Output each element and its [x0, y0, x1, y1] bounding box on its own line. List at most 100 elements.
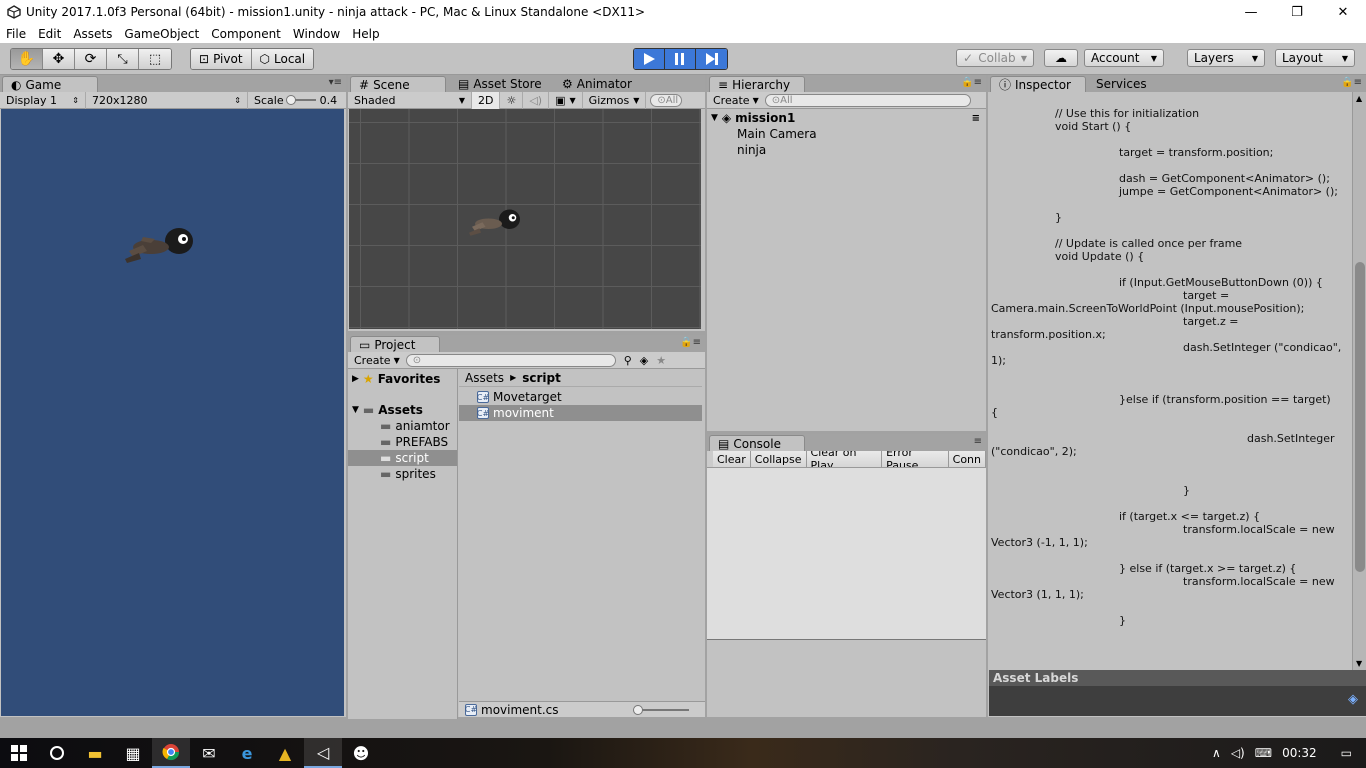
layout-dropdown[interactable]: Layout ▼: [1275, 49, 1355, 67]
pause-button[interactable]: [665, 49, 696, 69]
effects-dropdown[interactable]: ▣ ▼: [549, 91, 583, 109]
menu-file[interactable]: File: [0, 27, 32, 41]
icon-size-slider-knob[interactable]: [633, 704, 643, 715]
scene-search-input[interactable]: ⊙ All: [650, 93, 683, 107]
panel-menu-icon[interactable]: ▾≡: [329, 77, 342, 88]
console-clear-button[interactable]: Clear: [713, 451, 751, 467]
folder-aniamtor[interactable]: ▬ aniamtor: [348, 418, 457, 434]
folder-sprites[interactable]: ▬ sprites: [348, 466, 457, 482]
shading-dropdown[interactable]: Shaded ▼: [348, 91, 472, 109]
notifications-icon[interactable]: ▭: [1341, 746, 1352, 760]
tab-project[interactable]: ▭ Project: [350, 336, 440, 352]
scale-slider[interactable]: [285, 95, 316, 105]
hierarchy-create-dropdown[interactable]: Create ▼: [707, 92, 765, 109]
hand-tool-button[interactable]: ✋: [11, 49, 43, 69]
assets-row[interactable]: ▼ ▬ Assets: [348, 402, 457, 418]
menu-assets[interactable]: Assets: [67, 27, 118, 41]
filter-type-icon[interactable]: ⚲: [624, 354, 632, 367]
scene-viewport[interactable]: [349, 109, 701, 329]
edge-icon[interactable]: e: [228, 738, 266, 768]
console-log-area[interactable]: [707, 468, 986, 640]
volume-icon[interactable]: ◁): [1231, 746, 1245, 760]
store-icon[interactable]: ▦: [114, 738, 152, 768]
row-menu-icon[interactable]: ≡: [972, 113, 980, 124]
filter-label-icon[interactable]: ◈: [640, 354, 648, 367]
paint-icon[interactable]: ▲: [266, 738, 304, 768]
tab-asset-store[interactable]: ▤ Asset Store: [450, 76, 550, 92]
windows-start-icon[interactable]: [0, 738, 38, 768]
game-icon[interactable]: ☻: [342, 738, 380, 768]
cortana-icon[interactable]: [38, 738, 76, 768]
hierarchy-search-input[interactable]: ⊙ All: [764, 93, 971, 107]
folder-prefabs[interactable]: ▬ PREFABS: [348, 434, 457, 450]
local-button[interactable]: ⬡ Local: [251, 49, 314, 69]
console-error-pause-button[interactable]: Error Pause: [882, 451, 949, 467]
tab-services[interactable]: Services: [1088, 76, 1155, 92]
tab-game[interactable]: ◐ Game: [2, 76, 98, 92]
pivot-button[interactable]: ⊡ Pivot: [191, 49, 252, 69]
project-search-input[interactable]: ⊙: [405, 353, 616, 367]
panel-menu-icon[interactable]: 🔒≡: [680, 337, 701, 348]
step-button[interactable]: [696, 49, 727, 69]
breadcrumb-root[interactable]: Assets: [465, 371, 504, 385]
rotate-tool-button[interactable]: ⟳: [75, 49, 107, 69]
tab-animator[interactable]: ⚙ Animator: [554, 76, 640, 92]
tab-scene[interactable]: # Scene: [350, 76, 446, 92]
layers-dropdown[interactable]: Layers ▼: [1187, 49, 1265, 67]
favorites-row[interactable]: ▶ ★ Favorites: [348, 371, 457, 387]
collab-dropdown[interactable]: ✓ Collab ▼: [956, 49, 1034, 67]
chevron-up-icon[interactable]: ∧: [1212, 746, 1221, 760]
lighting-toggle[interactable]: ☼: [500, 91, 524, 109]
play-button[interactable]: [634, 49, 665, 69]
scroll-down-icon[interactable]: ▼: [1356, 659, 1362, 668]
tag-icon[interactable]: ◈: [1348, 692, 1358, 707]
scrollbar-thumb[interactable]: [1355, 262, 1365, 572]
display-dropdown[interactable]: Display 1 ⇕: [0, 91, 86, 109]
file-moviment[interactable]: C# moviment: [459, 405, 702, 421]
unity-icon[interactable]: ◁: [304, 738, 342, 768]
menu-window[interactable]: Window: [287, 27, 346, 41]
tab-hierarchy[interactable]: ≡ Hierarchy: [709, 76, 805, 92]
scale-tool-button[interactable]: ⤡: [107, 49, 139, 69]
resolution-dropdown[interactable]: 720x1280 ⇕: [86, 91, 248, 109]
tab-inspector[interactable]: ⓘ Inspector: [990, 76, 1086, 92]
file-explorer-icon[interactable]: ▬: [76, 738, 114, 768]
scroll-up-icon[interactable]: ▲: [1356, 94, 1362, 103]
scene-root-row[interactable]: ▼ ◈ mission1 ≡: [707, 110, 986, 126]
folder-script[interactable]: ▬ script: [348, 450, 457, 466]
breadcrumb-current[interactable]: script: [522, 371, 561, 385]
keyboard-icon[interactable]: ⌨: [1255, 746, 1272, 760]
mail-icon[interactable]: ✉: [190, 738, 228, 768]
hierarchy-item-main-camera[interactable]: Main Camera: [707, 126, 986, 142]
scale-slider-knob[interactable]: [285, 95, 296, 105]
move-tool-button[interactable]: ✥: [43, 49, 75, 69]
panel-menu-icon[interactable]: 🔒≡: [961, 77, 982, 88]
close-button[interactable]: ✕: [1320, 0, 1366, 24]
icon-size-slider[interactable]: [633, 704, 689, 715]
console-clear-on-play-button[interactable]: Clear on Play: [806, 451, 883, 467]
cloud-button[interactable]: ☁: [1044, 49, 1078, 67]
chrome-icon[interactable]: [152, 738, 190, 768]
console-connect-button[interactable]: Conn: [948, 451, 986, 467]
account-dropdown[interactable]: Account ▼: [1084, 49, 1164, 67]
audio-toggle[interactable]: ◁): [523, 91, 550, 109]
inspector-scrollbar[interactable]: ▲ ▼: [1352, 92, 1366, 670]
game-viewport[interactable]: [1, 109, 344, 716]
clock-time[interactable]: 00:32: [1282, 746, 1317, 760]
maximize-button[interactable]: ❐: [1274, 0, 1320, 24]
menu-component[interactable]: Component: [205, 27, 287, 41]
minimize-button[interactable]: —: [1228, 0, 1274, 24]
menu-edit[interactable]: Edit: [32, 27, 67, 41]
favorite-star-icon[interactable]: ★: [656, 354, 666, 367]
menu-help[interactable]: Help: [346, 27, 385, 41]
hierarchy-item-ninja[interactable]: ninja: [707, 142, 986, 158]
mode-2d-button[interactable]: 2D: [472, 91, 501, 109]
panel-menu-icon[interactable]: 🔒≡: [1341, 77, 1362, 88]
rect-tool-button[interactable]: ⬚: [139, 49, 171, 69]
menu-gameobject[interactable]: GameObject: [118, 27, 205, 41]
console-collapse-button[interactable]: Collapse: [750, 451, 807, 467]
file-movetarget[interactable]: C# Movetarget: [459, 389, 702, 405]
panel-menu-icon[interactable]: ≡: [974, 436, 982, 447]
project-create-dropdown[interactable]: Create ▼: [348, 352, 406, 369]
tab-console[interactable]: ▤ Console: [709, 435, 805, 451]
